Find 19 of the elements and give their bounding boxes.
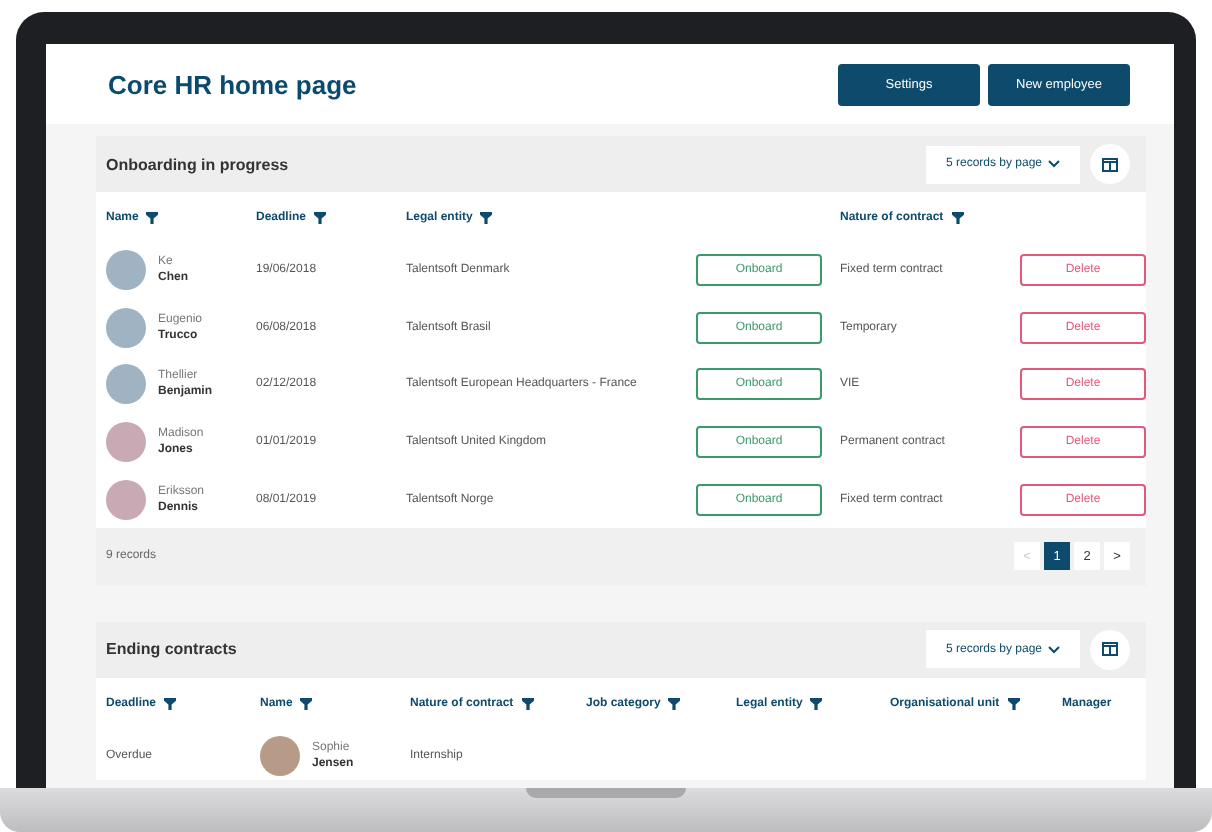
section-title: Ending contracts [106, 640, 239, 659]
columns-icon [1102, 642, 1118, 657]
filter-icon[interactable] [810, 698, 823, 711]
filter-icon[interactable] [480, 211, 493, 223]
page-title: Core HR home page [108, 69, 357, 99]
chevron-down-icon [1048, 645, 1061, 654]
filter-icon[interactable] [146, 211, 159, 223]
columns-button[interactable] [1090, 144, 1130, 184]
filter-icon[interactable] [1007, 698, 1020, 711]
filter-icon[interactable] [164, 698, 177, 711]
filter-icon[interactable] [300, 698, 313, 711]
columns-button[interactable] [1090, 629, 1130, 670]
filter-icon[interactable] [951, 211, 964, 223]
filter-icon[interactable] [521, 698, 534, 711]
section-title: Onboarding in progress [106, 155, 291, 173]
filter-icon[interactable] [314, 211, 327, 223]
chevron-down-icon [1048, 160, 1061, 168]
columns-icon [1102, 157, 1118, 171]
filter-icon[interactable] [668, 698, 681, 711]
